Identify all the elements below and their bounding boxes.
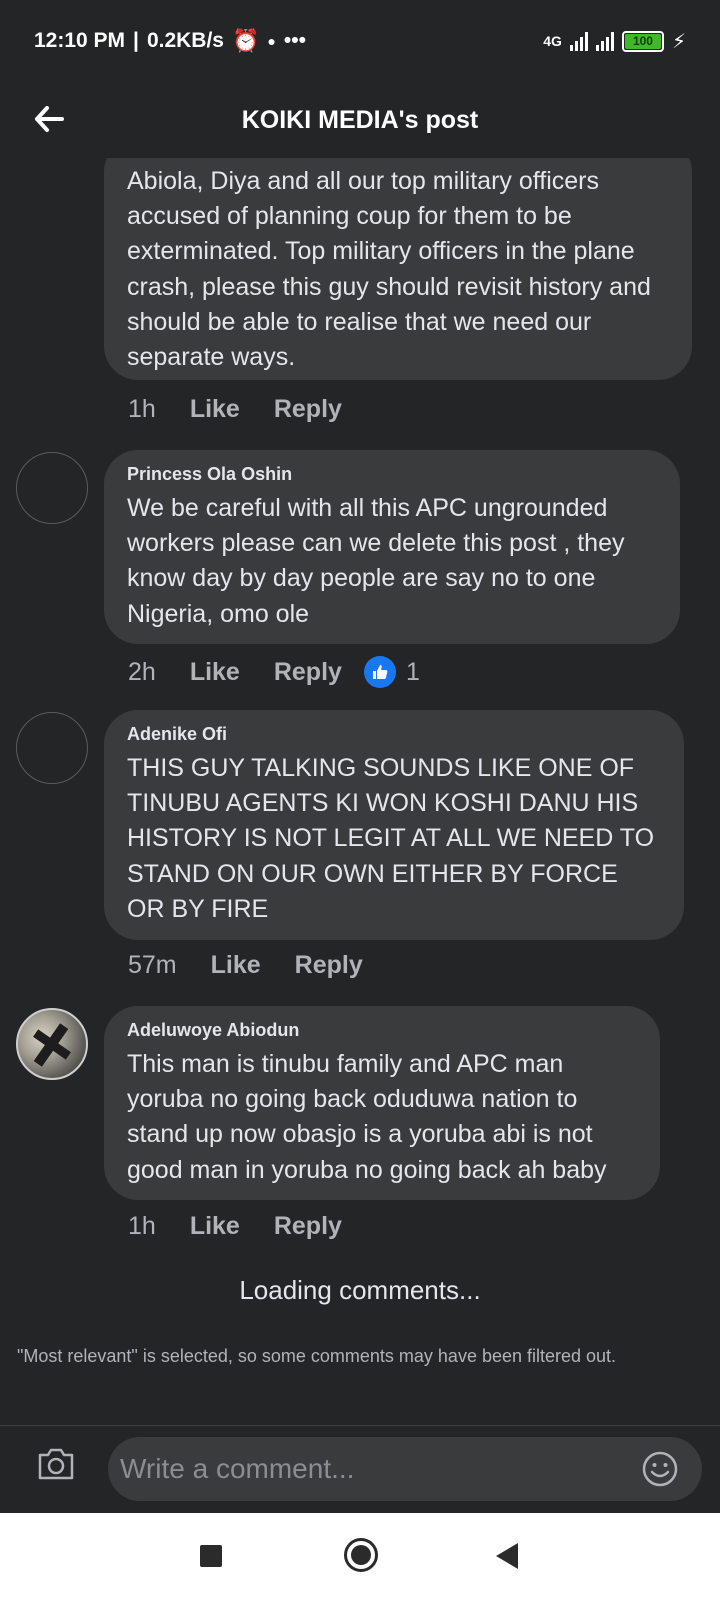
status-left: 12:10 PM | 0.2KB/s ⏰ ● •••: [34, 28, 306, 53]
comment-author[interactable]: Adeluwoye Abiodun: [127, 1020, 638, 1041]
system-navigation-bar: [0, 1513, 720, 1600]
comment-bubble[interactable]: Adenike Ofi THIS GUY TALKING SOUNDS LIKE…: [104, 710, 684, 940]
network-type: 4G: [543, 33, 562, 49]
comment-time: 1h: [128, 1212, 156, 1240]
status-time: 12:10 PM: [34, 29, 126, 52]
alarm-clock-icon: ⏰: [231, 28, 260, 53]
comment-feed[interactable]: Abiola, Diya and all our top military of…: [0, 158, 720, 1425]
like-button[interactable]: Like: [211, 951, 261, 980]
comment-actions: 2h Like Reply 1: [128, 656, 420, 688]
reply-button[interactable]: Reply: [295, 951, 363, 980]
back-arrow-icon[interactable]: [26, 96, 72, 142]
signal-strength-icon: [569, 31, 588, 51]
comment-time: 2h: [128, 657, 156, 686]
status-right: 4G 100 ⚡: [543, 29, 686, 54]
like-button[interactable]: Like: [190, 658, 240, 687]
battery-level: 100: [624, 33, 661, 49]
comment-bubble[interactable]: Abiola, Diya and all our top military of…: [104, 158, 692, 380]
comment-time: 57m: [128, 951, 177, 979]
reply-button[interactable]: Reply: [274, 395, 342, 424]
like-button[interactable]: Like: [190, 1212, 240, 1241]
comment-composer: [0, 1425, 720, 1513]
like-button[interactable]: Like: [190, 395, 240, 424]
comment-author[interactable]: Princess Ola Oshin: [127, 464, 658, 485]
home-icon[interactable]: [344, 1538, 378, 1572]
avatar[interactable]: [16, 712, 88, 784]
reply-button[interactable]: Reply: [274, 1212, 342, 1241]
comment-text: This man is tinubu family and APC man yo…: [127, 1050, 607, 1184]
comment-bubble[interactable]: Princess Ola Oshin We be careful with al…: [104, 450, 680, 644]
recent-apps-icon[interactable]: [200, 1545, 222, 1567]
page-title: KOIKI MEDIA's post: [241, 105, 479, 134]
comment-actions: 57m Like Reply: [128, 951, 385, 980]
comment-text: We be careful with all this APC unground…: [127, 494, 625, 628]
comment-bubble[interactable]: Adeluwoye Abiodun This man is tinubu fam…: [104, 1006, 660, 1200]
notification-dot-icon: ●: [267, 33, 276, 49]
comment-actions: 1h Like Reply: [128, 1212, 364, 1241]
signal-strength-icon-2: [595, 31, 614, 51]
camera-icon[interactable]: [36, 1446, 76, 1486]
more-notifications-dots: •••: [283, 29, 306, 52]
filter-note: "Most relevant" is selected, so some com…: [17, 1346, 617, 1366]
post-header: KOIKI MEDIA's post: [0, 82, 720, 158]
avatar[interactable]: [16, 452, 88, 524]
status-bar: 12:10 PM | 0.2KB/s ⏰ ● ••• 4G 100 ⚡: [0, 0, 720, 82]
comment-text: THIS GUY TALKING SOUNDS LIKE ONE OF TINU…: [127, 754, 655, 923]
loading-comments-text: Loading comments...: [239, 1275, 481, 1305]
lightning-bolt-icon: ⚡: [671, 30, 686, 53]
network-speed: 0.2KB/s: [146, 29, 224, 52]
comment-text: Abiola, Diya and all our top military of…: [127, 167, 651, 372]
reply-button[interactable]: Reply: [274, 658, 342, 687]
smiley-face-icon[interactable]: [641, 1450, 679, 1488]
back-triangle-icon[interactable]: [496, 1543, 518, 1569]
comment-input[interactable]: [108, 1437, 702, 1501]
comment-actions: 1h Like Reply: [128, 395, 364, 424]
comment-author[interactable]: Adenike Ofi: [127, 724, 662, 745]
battery-icon: 100: [621, 30, 664, 52]
reaction-count[interactable]: 1: [406, 658, 420, 687]
thumbs-up-icon[interactable]: [363, 656, 396, 688]
avatar[interactable]: [16, 1008, 88, 1080]
comment-time: 1h: [128, 395, 156, 423]
